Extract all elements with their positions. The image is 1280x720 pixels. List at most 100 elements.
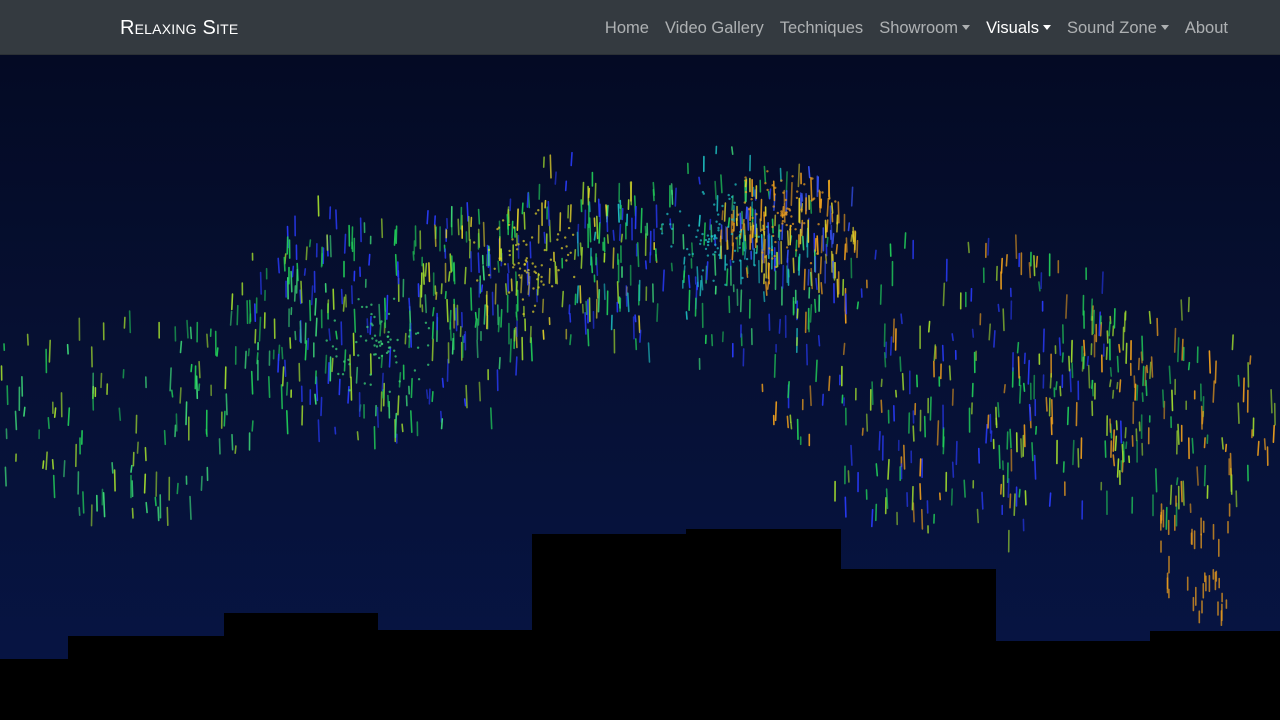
firework-spark bbox=[805, 343, 809, 366]
firework-ember bbox=[757, 235, 760, 238]
nav-visuals-dropdown[interactable]: Visuals bbox=[978, 16, 1059, 40]
nav-home[interactable]: Home bbox=[597, 16, 657, 40]
firework-spark bbox=[410, 377, 413, 399]
firework-spark bbox=[787, 380, 790, 399]
firework-ember bbox=[388, 346, 392, 349]
firework-spark bbox=[431, 390, 434, 403]
firework-spark bbox=[1014, 234, 1018, 259]
firework-ember bbox=[386, 335, 390, 338]
firework-spark bbox=[763, 165, 767, 183]
firework-spark bbox=[1191, 437, 1194, 454]
firework-spark bbox=[340, 288, 344, 305]
firework-spark bbox=[579, 242, 583, 256]
firework-spark bbox=[731, 242, 735, 261]
firework-spark bbox=[246, 300, 249, 325]
firework-spark bbox=[713, 253, 717, 276]
firework-spark bbox=[785, 190, 788, 216]
nav-visuals-label: Visuals bbox=[986, 18, 1039, 37]
firework-spark bbox=[786, 249, 789, 263]
firework-spark bbox=[523, 211, 526, 230]
firework-ember bbox=[473, 241, 476, 244]
firework-spark bbox=[826, 219, 829, 233]
firework-spark bbox=[752, 186, 755, 197]
firework-spark bbox=[843, 243, 847, 261]
firework-spark bbox=[760, 198, 763, 222]
firework-ember bbox=[531, 262, 534, 265]
firework-spark bbox=[710, 333, 714, 347]
firework-spark bbox=[581, 181, 585, 205]
firework-spark bbox=[304, 322, 307, 344]
firework-ember bbox=[380, 354, 384, 358]
firework-spark bbox=[1249, 355, 1252, 365]
firework-ember bbox=[373, 334, 377, 337]
brand-logo-link[interactable]: Relaxing Site bbox=[120, 17, 238, 39]
nav-sound-zone-dropdown[interactable]: Sound Zone bbox=[1059, 16, 1177, 40]
firework-spark bbox=[163, 429, 167, 446]
firework-spark bbox=[315, 317, 318, 337]
firework-spark bbox=[1165, 506, 1168, 530]
fireworks-canvas[interactable] bbox=[0, 55, 1280, 720]
firework-spark bbox=[1083, 339, 1086, 357]
firework-ember bbox=[789, 228, 792, 231]
nav-showroom-dropdown[interactable]: Showroom bbox=[871, 16, 978, 40]
firework-spark bbox=[335, 209, 338, 230]
firework-spark bbox=[305, 246, 308, 261]
firework-spark bbox=[870, 508, 874, 528]
firework-spark bbox=[1018, 384, 1022, 404]
nav-menu: Home Video Gallery Techniques Showroom V… bbox=[597, 0, 1236, 55]
firework-ember bbox=[389, 338, 392, 341]
firework-spark bbox=[911, 485, 914, 511]
firework-spark bbox=[920, 508, 924, 530]
firework-spark bbox=[1221, 437, 1224, 450]
firework-spark bbox=[189, 326, 193, 340]
firework-ember bbox=[537, 273, 540, 276]
firework-ember bbox=[780, 210, 783, 213]
firework-spark bbox=[477, 228, 481, 248]
firework-spark bbox=[836, 278, 839, 298]
firework-spark bbox=[314, 370, 317, 385]
firework-ember bbox=[790, 215, 793, 218]
firework-ember bbox=[712, 279, 715, 282]
firework-ember bbox=[704, 238, 708, 242]
firework-spark bbox=[682, 270, 686, 284]
firework-spark bbox=[300, 280, 303, 304]
firework-spark bbox=[422, 263, 425, 285]
firework-spark bbox=[474, 318, 478, 328]
firework-spark bbox=[529, 241, 532, 259]
nav-techniques[interactable]: Techniques bbox=[772, 16, 871, 40]
firework-ember bbox=[387, 340, 390, 344]
firework-ember bbox=[518, 274, 521, 277]
firework-spark bbox=[328, 328, 331, 341]
firework-spark bbox=[1033, 255, 1036, 277]
firework-spark bbox=[373, 425, 376, 450]
firework-ember bbox=[426, 344, 430, 347]
firework-spark bbox=[476, 339, 479, 359]
firework-spark bbox=[1028, 403, 1032, 422]
firework-spark bbox=[955, 440, 958, 466]
firework-spark bbox=[304, 340, 308, 361]
firework-spark bbox=[683, 256, 686, 265]
firework-spark bbox=[772, 180, 776, 202]
firework-ember bbox=[503, 263, 507, 266]
firework-spark bbox=[597, 198, 601, 218]
firework-ember bbox=[347, 358, 350, 361]
firework-spark bbox=[1105, 346, 1108, 361]
firework-spark bbox=[284, 359, 287, 378]
firework-ember bbox=[660, 232, 664, 235]
firework-spark bbox=[967, 241, 970, 254]
chevron-down-icon bbox=[962, 25, 971, 30]
firework-spark bbox=[1086, 355, 1089, 367]
firework-ember bbox=[791, 175, 794, 178]
firework-spark bbox=[1272, 424, 1275, 444]
nav-video-gallery[interactable]: Video Gallery bbox=[657, 16, 772, 40]
nav-about[interactable]: About bbox=[1177, 16, 1236, 40]
firework-spark bbox=[23, 406, 26, 417]
firework-ember bbox=[743, 201, 746, 204]
firework-spark bbox=[516, 208, 519, 231]
firework-spark bbox=[376, 406, 380, 428]
firework-spark bbox=[466, 202, 469, 222]
firework-ember bbox=[766, 225, 769, 228]
firework-spark bbox=[809, 304, 813, 323]
firework-spark bbox=[1016, 341, 1020, 354]
firework-spark bbox=[719, 229, 723, 243]
